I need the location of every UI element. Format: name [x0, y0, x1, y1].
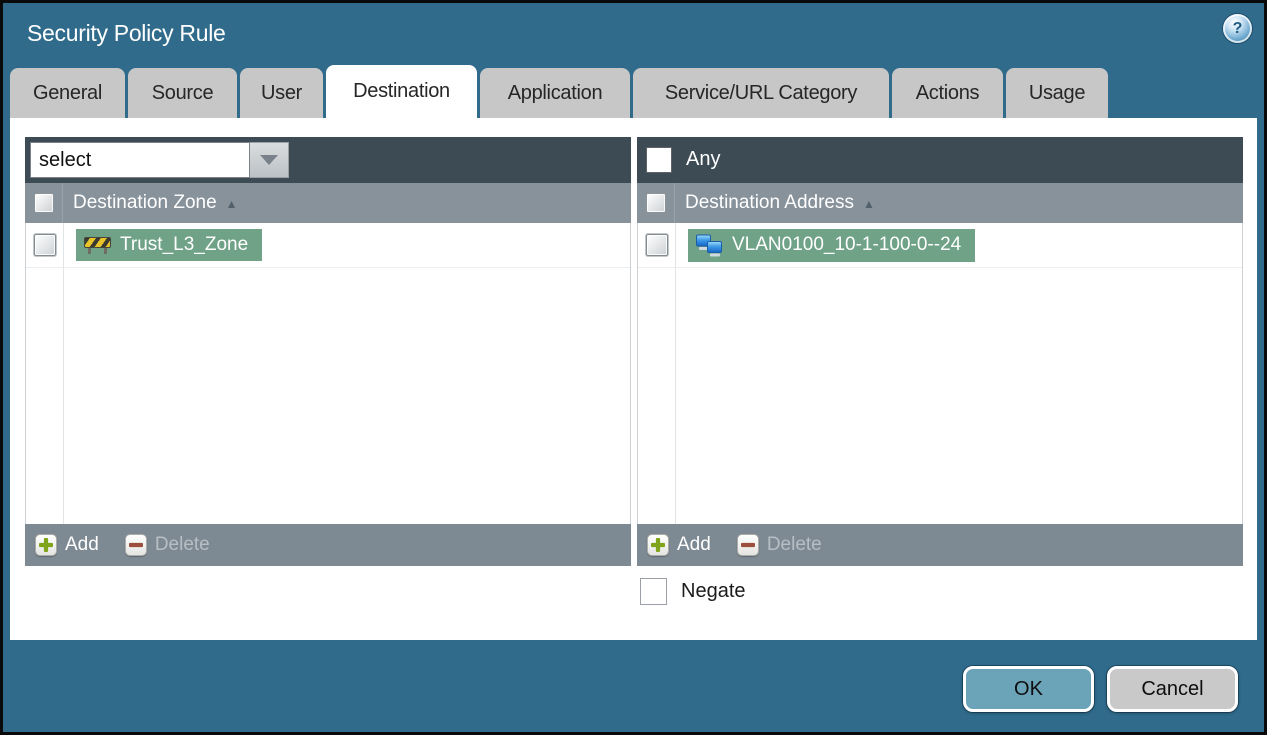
zone-table-header: Destination Zone ▲: [25, 183, 631, 223]
table-row: VLAN0100_10-1-100-0--24: [638, 223, 1242, 268]
security-policy-rule-dialog: Security Policy Rule ? General Source Us…: [0, 0, 1267, 735]
dialog-title: Security Policy Rule: [27, 20, 226, 46]
zone-panel-footer: Add Delete: [25, 524, 631, 566]
add-address-label: Add: [677, 534, 711, 555]
delete-zone-label: Delete: [154, 534, 210, 555]
zone-select-combobox: [30, 142, 289, 178]
add-zone-button[interactable]: Add: [35, 534, 99, 556]
address-item-label: VLAN0100_10-1-100-0--24: [732, 234, 962, 255]
chevron-down-icon: [260, 155, 278, 165]
zone-row-checkbox-cell: [26, 234, 64, 256]
address-item[interactable]: VLAN0100_10-1-100-0--24: [688, 228, 976, 262]
address-column-label: Destination Address: [685, 192, 854, 213]
destination-zone-panel: Destination Zone ▲ Trust_L3_Zone: [25, 137, 631, 566]
title-bar: Security Policy Rule ?: [3, 3, 1264, 68]
minus-icon: [736, 534, 759, 556]
address-table-header: Destination Address ▲: [637, 183, 1243, 223]
delete-address-button[interactable]: Delete: [736, 534, 822, 556]
zone-table-body: Trust_L3_Zone: [25, 223, 631, 524]
zone-column-label: Destination Zone: [73, 192, 217, 213]
add-zone-label: Add: [65, 534, 99, 555]
address-row-checkbox[interactable]: [646, 234, 668, 256]
plus-icon: [647, 534, 669, 556]
any-checkbox[interactable]: [646, 147, 672, 173]
negate-checkbox[interactable]: [640, 578, 667, 605]
tab-actions[interactable]: Actions: [892, 68, 1003, 118]
zone-row-checkbox[interactable]: [34, 234, 56, 256]
tab-source[interactable]: Source: [128, 68, 237, 118]
destination-address-panel: Any Destination Address ▲ VLAN0100_10-1-…: [637, 137, 1243, 566]
sort-ascending-icon: ▲: [863, 196, 875, 211]
plus-icon: [35, 534, 57, 556]
tab-user[interactable]: User: [240, 68, 323, 118]
tab-usage[interactable]: Usage: [1006, 68, 1108, 118]
zone-icon: [84, 236, 111, 254]
address-select-all-checkbox[interactable]: [645, 193, 666, 213]
delete-address-label: Delete: [766, 534, 822, 555]
sort-ascending-icon: ▲: [225, 196, 238, 211]
add-address-button[interactable]: Add: [647, 534, 711, 556]
negate-option: Negate: [640, 578, 746, 605]
zone-column-header[interactable]: Destination Zone ▲: [73, 183, 238, 223]
tab-destination[interactable]: Destination: [326, 65, 477, 118]
tab-general[interactable]: General: [10, 68, 125, 118]
destination-tab-content: Destination Zone ▲ Trust_L3_Zone: [10, 118, 1257, 640]
tab-application[interactable]: Application: [480, 68, 630, 118]
any-label: Any: [686, 148, 721, 170]
zone-item[interactable]: Trust_L3_Zone: [76, 229, 263, 261]
address-panel-footer: Add Delete: [637, 524, 1243, 566]
zone-select-dropdown-button[interactable]: [250, 142, 289, 178]
address-header-checkbox-cell: [637, 183, 675, 223]
minus-icon: [124, 534, 147, 556]
address-any-bar: Any: [637, 137, 1243, 183]
ok-button[interactable]: OK: [963, 666, 1094, 712]
negate-label: Negate: [681, 580, 746, 602]
address-table-body: VLAN0100_10-1-100-0--24: [637, 223, 1243, 524]
zone-select-all-checkbox[interactable]: [33, 193, 54, 213]
help-icon[interactable]: ?: [1223, 14, 1252, 43]
zone-item-label: Trust_L3_Zone: [120, 234, 249, 255]
zone-select-input[interactable]: [30, 142, 250, 178]
delete-zone-button[interactable]: Delete: [124, 534, 210, 556]
address-column-header[interactable]: Destination Address ▲: [685, 183, 875, 223]
tab-service-url-category[interactable]: Service/URL Category: [633, 68, 889, 118]
network-icon: [696, 234, 722, 256]
table-row: Trust_L3_Zone: [26, 223, 630, 268]
cancel-button[interactable]: Cancel: [1107, 666, 1238, 712]
address-row-checkbox-cell: [638, 234, 676, 256]
zone-select-bar: [25, 137, 631, 183]
zone-header-checkbox-cell: [25, 183, 63, 223]
tab-strip: General Source User Destination Applicat…: [10, 65, 1108, 118]
